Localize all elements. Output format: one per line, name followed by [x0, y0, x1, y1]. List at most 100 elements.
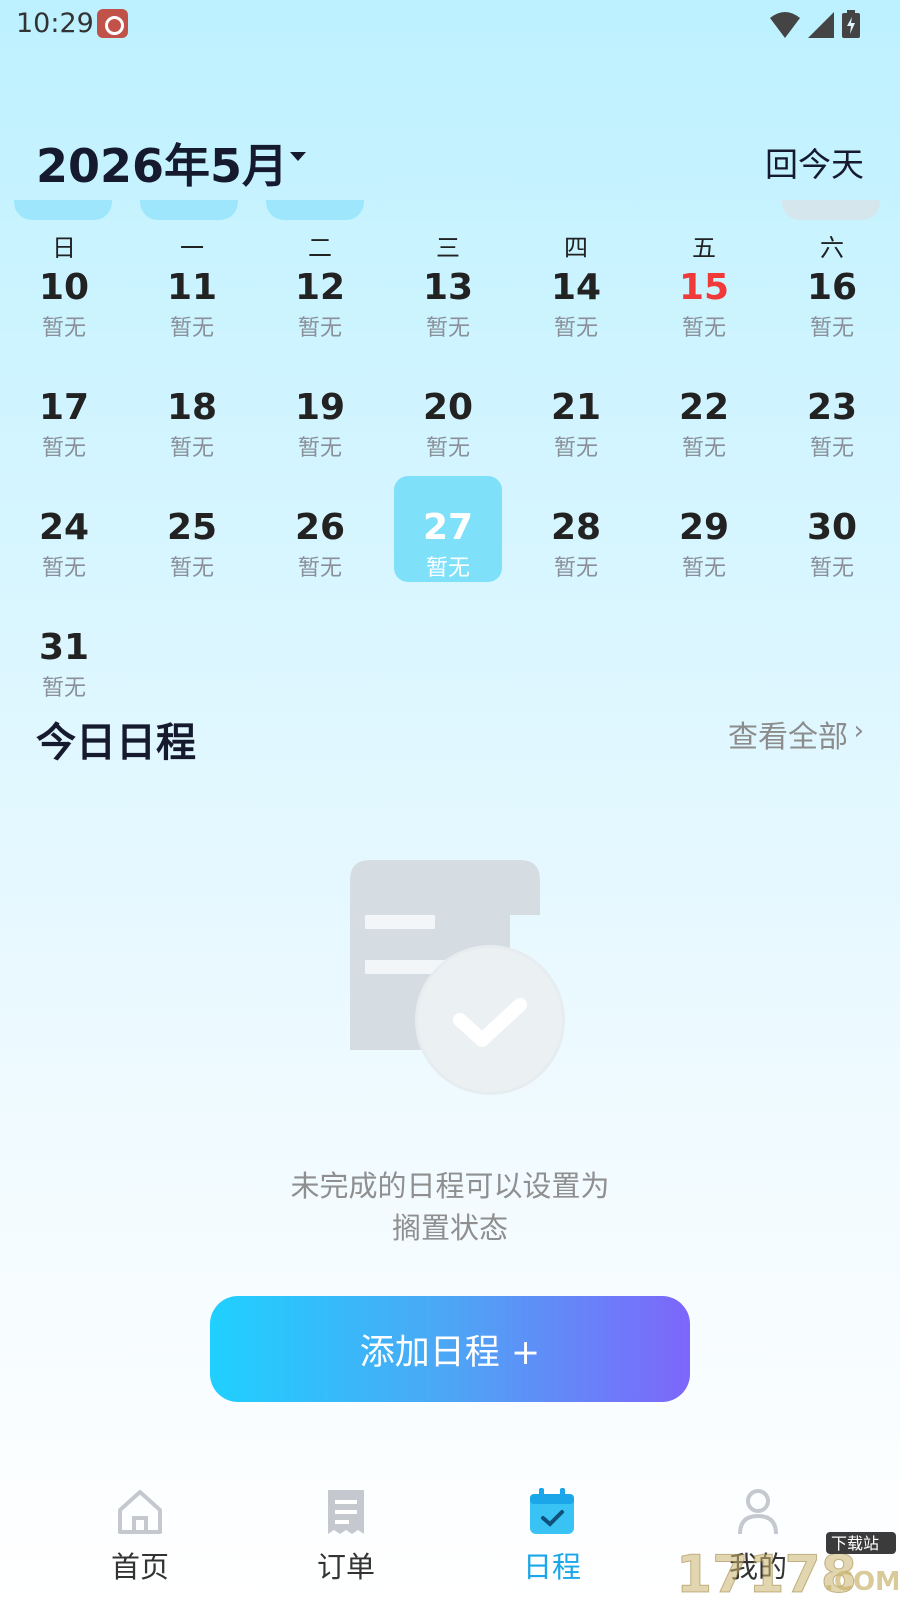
day-status: 暂无 [41, 676, 86, 701]
day-status: 暂无 [41, 316, 86, 341]
day-status: 暂无 [297, 316, 342, 341]
empty-schedule-illustration [350, 860, 565, 1095]
person-icon [738, 1489, 778, 1535]
day-status: 暂无 [681, 316, 726, 341]
add-schedule-button[interactable]: 添加日程 + [210, 1296, 690, 1402]
day-number: 26 [294, 507, 346, 548]
calendar-day-cell[interactable]: 28 暂无 [522, 486, 630, 592]
site-watermark-logo: 17178 下载站 .COM [676, 1532, 898, 1596]
calendar-day-cell[interactable]: 14 暂无 [522, 246, 630, 352]
calendar-day-cell[interactable]: 30 暂无 [778, 486, 886, 592]
calendar-day-cell[interactable]: 31 暂无 [10, 606, 118, 712]
day-number: 16 [806, 267, 858, 308]
day-number: 23 [806, 387, 858, 428]
day-status: 暂无 [297, 556, 342, 581]
calendar-day-cell[interactable]: 29 暂无 [650, 486, 758, 592]
day-status: 暂无 [809, 556, 854, 581]
day-number: 22 [678, 387, 730, 428]
receipt-icon [328, 1490, 364, 1534]
calendar-day-cell[interactable]: 16 暂无 [778, 246, 886, 352]
day-number: 28 [550, 507, 602, 548]
day-number: 27 [422, 507, 474, 548]
nav-label-orders: 订单 [316, 1550, 375, 1584]
day-status: 暂无 [169, 556, 214, 581]
day-status: 暂无 [425, 556, 470, 581]
watermark-suffix: .COM [824, 1567, 898, 1596]
day-number: 20 [422, 387, 474, 428]
calendar-day-cell[interactable]: 12 暂无 [266, 246, 374, 352]
day-number: 10 [38, 267, 90, 308]
day-status: 暂无 [297, 436, 342, 461]
day-status: 暂无 [425, 316, 470, 341]
calendar-day-cell[interactable]: 27 暂无 [394, 476, 502, 582]
day-status: 暂无 [41, 556, 86, 581]
weekday-tab [14, 200, 112, 220]
day-status: 暂无 [169, 316, 214, 341]
day-number: 21 [550, 387, 602, 428]
empty-message-line1: 未完成的日程可以设置为 [290, 1169, 610, 1203]
day-number: 24 [38, 507, 90, 548]
calendar-check-icon [530, 1488, 574, 1534]
home-icon [118, 1490, 162, 1534]
wifi-icon [770, 12, 800, 38]
day-status: 暂无 [169, 436, 214, 461]
day-number: 29 [678, 507, 730, 548]
status-bar: 10:29 [0, 0, 900, 50]
day-number: 19 [294, 387, 346, 428]
day-number: 13 [422, 267, 474, 308]
day-number: 12 [294, 267, 346, 308]
back-to-today-button[interactable]: 回今天 [765, 138, 864, 186]
calendar-day-cell[interactable]: 20 暂无 [394, 366, 502, 472]
calendar-day-cell[interactable]: 24 暂无 [10, 486, 118, 592]
calendar-day-cell[interactable]: 26 暂无 [266, 486, 374, 592]
calendar-day-cell[interactable]: 25 暂无 [138, 486, 246, 592]
day-status: 暂无 [681, 556, 726, 581]
day-status: 暂无 [553, 316, 598, 341]
day-status: 暂无 [681, 436, 726, 461]
calendar-day-cell[interactable]: 18 暂无 [138, 366, 246, 472]
status-time: 10:29 [16, 8, 94, 39]
day-number: 15 [678, 267, 730, 308]
day-number: 30 [806, 507, 858, 548]
calendar-day-cell[interactable]: 11 暂无 [138, 246, 246, 352]
signal-icon [808, 12, 834, 38]
nav-label-home: 首页 [110, 1550, 169, 1584]
chevron-down-icon[interactable] [290, 152, 306, 161]
view-all-link[interactable]: 查看全部 [728, 712, 848, 756]
day-number: 25 [166, 507, 218, 548]
calendar-day-cell[interactable]: 23 暂无 [778, 366, 886, 472]
section-title: 今日日程 [36, 720, 196, 766]
nav-item-orders[interactable]: 订单 [266, 1470, 426, 1600]
chevron-right-icon[interactable]: › [854, 716, 864, 746]
calendar-day-cell[interactable]: 17 暂无 [10, 366, 118, 472]
month-title[interactable]: 2026年5月 [36, 130, 288, 196]
day-status: 暂无 [553, 556, 598, 581]
nav-label-schedule: 日程 [522, 1550, 581, 1584]
day-status: 暂无 [809, 436, 854, 461]
day-status: 暂无 [809, 316, 854, 341]
empty-message-line2: 搁置状态 [391, 1211, 508, 1245]
day-status: 暂无 [425, 436, 470, 461]
day-number: 17 [38, 387, 90, 428]
day-status: 暂无 [553, 436, 598, 461]
weekday-tab [140, 200, 238, 220]
calendar-day-cell[interactable]: 15 暂无 [650, 246, 758, 352]
day-number: 11 [166, 267, 218, 308]
battery-icon [842, 10, 860, 38]
day-number: 31 [38, 627, 90, 668]
nav-item-schedule[interactable]: 日程 [472, 1470, 632, 1600]
calendar-day-cell[interactable]: 22 暂无 [650, 366, 758, 472]
calendar-day-cell[interactable]: 10 暂无 [10, 246, 118, 352]
calendar-day-cell[interactable]: 13 暂无 [394, 246, 502, 352]
nav-item-home[interactable]: 首页 [60, 1470, 220, 1600]
day-status: 暂无 [41, 436, 86, 461]
calendar-day-cell[interactable]: 19 暂无 [266, 366, 374, 472]
day-number: 14 [550, 267, 602, 308]
day-number: 18 [166, 387, 218, 428]
app-notification-icon [97, 9, 128, 38]
weekday-tab [266, 200, 364, 220]
watermark-tag: 下载站 [831, 1534, 879, 1553]
status-icons [770, 10, 860, 38]
weekday-tab [782, 200, 880, 220]
calendar-day-cell[interactable]: 21 暂无 [522, 366, 630, 472]
